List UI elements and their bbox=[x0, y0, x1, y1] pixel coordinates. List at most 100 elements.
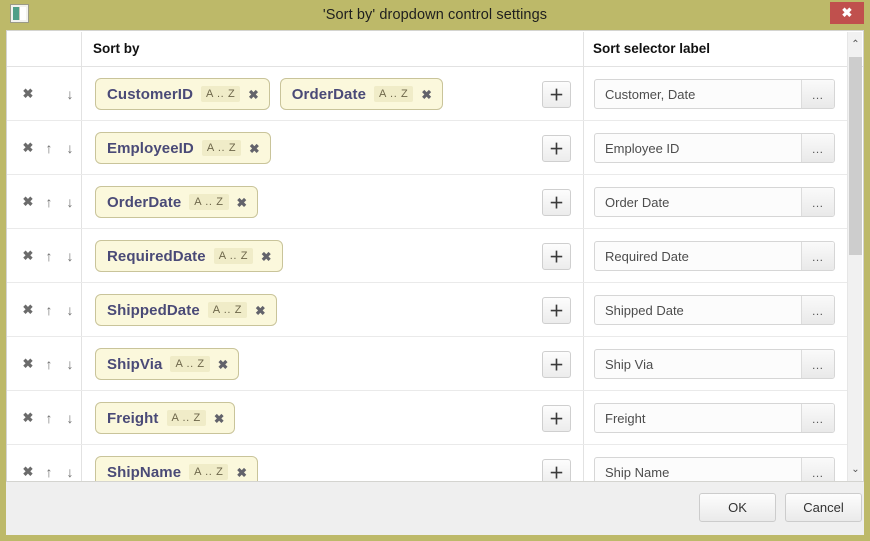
sort-field-chip-list: ShipName A .. Z ✖ bbox=[95, 445, 258, 481]
move-up-icon[interactable]: ↑ bbox=[42, 193, 56, 211]
table-row: ✖↑↓ShipNameA .. Z✖＋… bbox=[7, 445, 848, 481]
move-up-icon[interactable]: ↑ bbox=[42, 355, 56, 373]
sort-direction-badge[interactable]: A .. Z bbox=[201, 86, 241, 102]
sort-selector-label-field: … bbox=[594, 457, 835, 481]
sort-selector-label-input[interactable] bbox=[595, 134, 801, 162]
cancel-button[interactable]: Cancel bbox=[785, 493, 862, 522]
sort-field-name: OrderDate bbox=[107, 193, 182, 211]
label-ellipsis-button[interactable]: … bbox=[801, 350, 834, 378]
remove-row-icon[interactable]: ✖ bbox=[21, 409, 35, 427]
move-down-icon[interactable]: ↓ bbox=[63, 85, 77, 103]
vertical-scrollbar[interactable]: ⌃ ⌄ bbox=[847, 32, 863, 481]
move-up-icon[interactable]: ↑ bbox=[42, 463, 56, 481]
move-down-icon[interactable]: ↓ bbox=[63, 247, 77, 265]
sort-selector-label-input[interactable] bbox=[595, 296, 801, 324]
title-bar: 'Sort by' dropdown control settings ✖ bbox=[6, 0, 864, 30]
sort-direction-badge[interactable]: A .. Z bbox=[201, 140, 242, 156]
remove-row-icon[interactable]: ✖ bbox=[21, 85, 35, 103]
dialog-footer: OK Cancel bbox=[6, 482, 864, 535]
column-header-sort-by: Sort by bbox=[93, 41, 140, 56]
add-sort-field-button[interactable]: ＋ bbox=[542, 189, 571, 216]
sort-selector-label-field: … bbox=[594, 79, 835, 109]
add-sort-field-button[interactable]: ＋ bbox=[542, 351, 571, 378]
remove-chip-icon[interactable]: ✖ bbox=[421, 87, 431, 102]
move-down-icon[interactable]: ↓ bbox=[63, 193, 77, 211]
row-actions: ✖ ↓ bbox=[21, 67, 77, 121]
add-sort-field-button[interactable]: ＋ bbox=[542, 297, 571, 324]
sort-selector-label-input[interactable] bbox=[595, 350, 801, 378]
sort-field-chip[interactable]: OrderDate A .. Z ✖ bbox=[279, 78, 443, 110]
scrollbar-thumb[interactable] bbox=[849, 57, 862, 255]
ok-button[interactable]: OK bbox=[699, 493, 776, 522]
close-button[interactable]: ✖ bbox=[830, 2, 864, 24]
sort-selector-label-input[interactable] bbox=[595, 404, 801, 432]
label-ellipsis-button[interactable]: … bbox=[801, 188, 834, 216]
grid-header: Sort by Sort selector label bbox=[7, 31, 863, 67]
label-ellipsis-button[interactable]: … bbox=[801, 242, 834, 270]
sort-field-chip[interactable]: ShipName A .. Z ✖ bbox=[95, 456, 258, 481]
remove-chip-icon[interactable]: ✖ bbox=[255, 303, 265, 318]
sort-field-chip[interactable]: CustomerID A .. Z ✖ bbox=[95, 78, 270, 110]
row-actions: ✖ ↑ ↓ bbox=[21, 283, 77, 337]
sort-field-chip-list: Freight A .. Z ✖ bbox=[95, 391, 236, 445]
sort-field-chip[interactable]: ShippedDate A .. Z ✖ bbox=[95, 294, 277, 326]
sort-field-chip-list: OrderDate A .. Z ✖ bbox=[95, 175, 259, 229]
add-sort-field-button[interactable]: ＋ bbox=[542, 135, 571, 162]
remove-chip-icon[interactable]: ✖ bbox=[236, 465, 246, 480]
move-down-icon[interactable]: ↓ bbox=[63, 139, 77, 157]
remove-row-icon[interactable]: ✖ bbox=[21, 193, 35, 211]
remove-row-icon[interactable]: ✖ bbox=[21, 301, 35, 319]
sort-field-chip[interactable]: Freight A .. Z ✖ bbox=[95, 402, 236, 434]
sort-field-chip[interactable]: OrderDate A .. Z ✖ bbox=[95, 186, 259, 218]
sort-selector-label-field: … bbox=[594, 187, 835, 217]
sort-field-chip-list: ShippedDate A .. Z ✖ bbox=[95, 283, 277, 337]
sort-direction-badge[interactable]: A .. Z bbox=[166, 410, 206, 426]
scroll-up-icon[interactable]: ⌃ bbox=[848, 36, 863, 53]
label-ellipsis-button[interactable]: … bbox=[801, 404, 834, 432]
remove-row-icon[interactable]: ✖ bbox=[21, 463, 35, 481]
add-sort-field-button[interactable]: ＋ bbox=[542, 459, 571, 481]
label-ellipsis-button[interactable]: … bbox=[801, 458, 834, 481]
remove-chip-icon[interactable]: ✖ bbox=[237, 195, 247, 210]
sort-direction-badge[interactable]: A .. Z bbox=[189, 464, 229, 480]
move-down-icon[interactable]: ↓ bbox=[63, 301, 77, 319]
move-up-icon[interactable]: ↑ bbox=[42, 409, 56, 427]
label-ellipsis-button[interactable]: … bbox=[801, 134, 834, 162]
sort-direction-badge[interactable]: A .. Z bbox=[189, 194, 229, 210]
scroll-down-icon[interactable]: ⌄ bbox=[848, 461, 863, 478]
label-ellipsis-button[interactable]: … bbox=[801, 296, 834, 324]
move-up-icon[interactable]: ↑ bbox=[42, 247, 56, 265]
move-down-icon[interactable]: ↓ bbox=[63, 409, 77, 427]
sort-field-chip[interactable]: RequiredDate A .. Z ✖ bbox=[95, 240, 283, 272]
move-down-icon[interactable]: ↓ bbox=[63, 463, 77, 481]
remove-chip-icon[interactable]: ✖ bbox=[248, 87, 258, 102]
label-ellipsis-button[interactable]: … bbox=[801, 80, 834, 108]
sort-selector-label-input[interactable] bbox=[595, 458, 801, 481]
sort-field-chip[interactable]: EmployeeID A .. Z ✖ bbox=[95, 132, 271, 164]
sort-selector-label-input[interactable] bbox=[595, 242, 801, 270]
sort-field-chip-list: RequiredDate A .. Z ✖ bbox=[95, 229, 283, 283]
table-row: ✖↑↓ShippedDateA .. Z✖＋… bbox=[7, 283, 848, 337]
move-down-icon[interactable]: ↓ bbox=[63, 355, 77, 373]
remove-chip-icon[interactable]: ✖ bbox=[214, 411, 224, 426]
remove-chip-icon[interactable]: ✖ bbox=[261, 249, 271, 264]
remove-chip-icon[interactable]: ✖ bbox=[249, 141, 259, 156]
add-sort-field-button[interactable]: ＋ bbox=[542, 81, 571, 108]
sort-direction-badge[interactable]: A .. Z bbox=[207, 302, 248, 318]
sort-direction-badge[interactable]: A .. Z bbox=[170, 356, 210, 372]
remove-row-icon[interactable]: ✖ bbox=[21, 139, 35, 157]
sort-selector-label-input[interactable] bbox=[595, 80, 801, 108]
sort-field-chip[interactable]: ShipVia A .. Z ✖ bbox=[95, 348, 240, 380]
remove-row-icon[interactable]: ✖ bbox=[21, 247, 35, 265]
sort-field-name: EmployeeID bbox=[107, 139, 194, 157]
sort-selector-label-field: … bbox=[594, 133, 835, 163]
sort-direction-badge[interactable]: A .. Z bbox=[213, 248, 254, 264]
move-up-icon[interactable]: ↑ bbox=[42, 139, 56, 157]
add-sort-field-button[interactable]: ＋ bbox=[542, 243, 571, 270]
remove-row-icon[interactable]: ✖ bbox=[21, 355, 35, 373]
remove-chip-icon[interactable]: ✖ bbox=[218, 357, 228, 372]
sort-selector-label-input[interactable] bbox=[595, 188, 801, 216]
sort-direction-badge[interactable]: A .. Z bbox=[374, 86, 414, 102]
move-up-icon[interactable]: ↑ bbox=[42, 301, 56, 319]
add-sort-field-button[interactable]: ＋ bbox=[542, 405, 571, 432]
